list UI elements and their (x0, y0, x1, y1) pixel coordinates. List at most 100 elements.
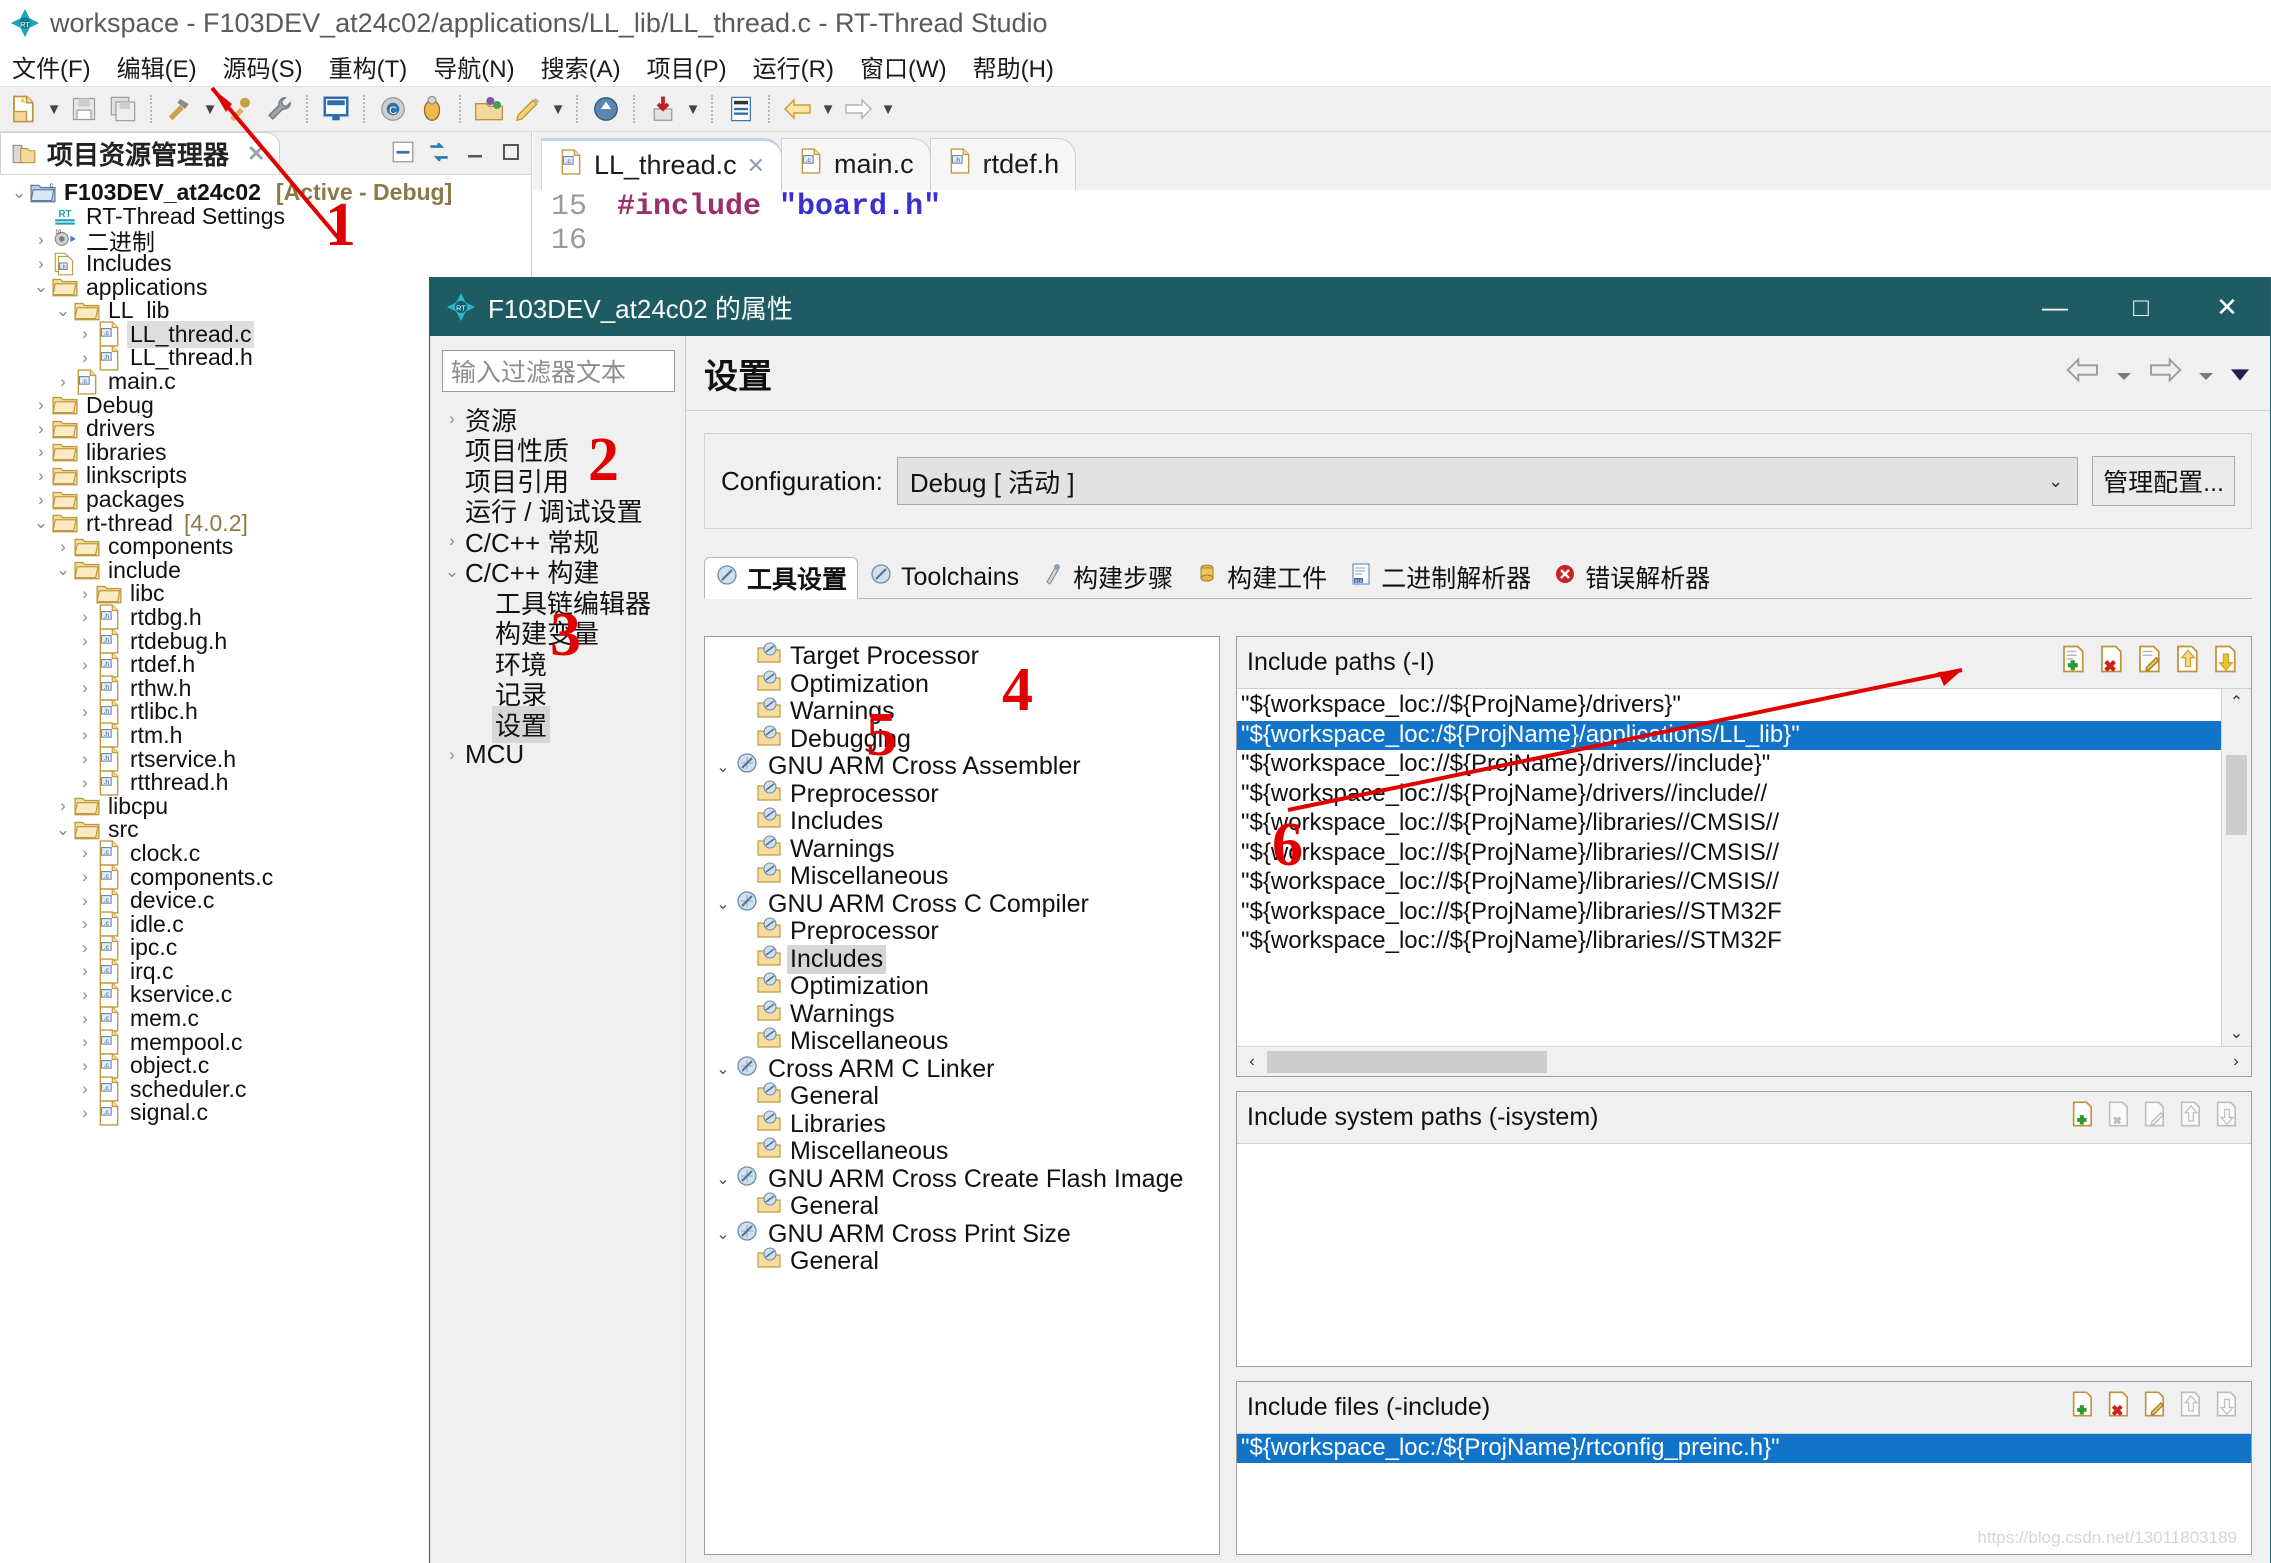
move-down-icon[interactable] (2211, 644, 2241, 681)
chevron-down-icon[interactable]: ⌄ (711, 1169, 735, 1189)
menu-item-project[interactable]: 项目(P) (647, 49, 727, 84)
list-item[interactable]: "${workspace_loc://${ProjName}/libraries… (1237, 809, 2251, 839)
tool-tree-item-includes[interactable]: Includes (711, 944, 1219, 974)
tree-item-f103dev-at24c02[interactable]: ⌄ c F103DEV_at24c02 [Active - Debug] (0, 179, 531, 205)
open-package-icon[interactable] (471, 91, 507, 127)
pencil-icon[interactable] (510, 91, 546, 127)
chevron-right-icon[interactable]: › (74, 1032, 96, 1052)
chevron-down-icon[interactable]: ▼ (201, 91, 219, 127)
chevron-down-icon[interactable]: ⌄ (711, 1059, 735, 1079)
build-hammer-icon[interactable] (162, 91, 198, 127)
chevron-right-icon[interactable]: › (52, 537, 74, 557)
chevron-right-icon[interactable]: › (52, 796, 74, 816)
list-item[interactable]: "${workspace_loc://${ProjName}/libraries… (1237, 839, 2251, 869)
tool-tree-item-warnings[interactable]: Warnings (711, 697, 1219, 726)
settings-tab-1[interactable]: Toolchains (858, 556, 1030, 598)
minimize-icon[interactable] (459, 136, 491, 168)
tool-tree-item-miscellaneous[interactable]: Miscellaneous (711, 1137, 1219, 1166)
chevron-right-icon[interactable]: › (74, 1009, 96, 1029)
chevron-right-icon[interactable]: › (74, 938, 96, 958)
chevron-down-icon[interactable]: ⌄ (30, 513, 52, 533)
chevron-right-icon[interactable]: › (442, 745, 462, 765)
scroll-up-icon[interactable]: ⌃ (2222, 689, 2251, 715)
chevron-down-icon[interactable]: ⌄ (52, 820, 74, 840)
chevron-right-icon[interactable]: › (74, 1103, 96, 1123)
dialog-nav-item-9[interactable]: 记录 (442, 679, 675, 710)
list-item[interactable]: "${workspace_loc://${ProjName}/libraries… (1237, 898, 2251, 928)
tool-tree-item-target-processor[interactable]: Target Processor (711, 642, 1219, 671)
debug-bug-icon[interactable] (414, 91, 450, 127)
delete-icon[interactable] (2105, 1390, 2133, 1425)
chevron-right-icon[interactable]: › (74, 725, 96, 745)
scroll-right-icon[interactable]: › (2221, 1053, 2251, 1071)
filter-input[interactable]: 输入过滤器文本 (442, 350, 675, 392)
editor-tabstrip[interactable]: .c LL_thread.c ✕ .c main.c .h rtdef.h (533, 132, 2271, 190)
close-icon[interactable]: ✕ (247, 141, 265, 167)
dialog-nav-item-5[interactable]: ⌄ C/C++ 构建 (442, 557, 675, 588)
chevron-down-icon[interactable]: ⌄ (711, 894, 735, 914)
refresh-gear-icon[interactable]: C (375, 91, 411, 127)
chevron-down-icon[interactable]: ⌄ (711, 757, 735, 777)
editor-tab-rtdef-h[interactable]: .h rtdef.h (929, 138, 1077, 190)
dialog-nav-item-10[interactable]: 设置 (442, 705, 675, 743)
scroll-down-icon[interactable]: ⌄ (2222, 1020, 2251, 1046)
editor-tab-main-c[interactable]: .c main.c (781, 138, 931, 190)
include-paths-list[interactable]: "${workspace_loc://${ProjName}/drivers}"… (1237, 689, 2251, 1047)
chevron-down-icon[interactable]: ⌄ (711, 1224, 735, 1244)
settings-tab-5[interactable]: 错误解析器 (1542, 556, 1721, 598)
menu-item-edit[interactable]: 编辑(E) (117, 49, 197, 84)
settings-tab-4[interactable]: 010 二进制解析器 (1338, 556, 1542, 598)
chevron-down-icon[interactable]: ⌄ (442, 562, 462, 582)
menu-item-help[interactable]: 帮助(H) (973, 49, 1054, 84)
dialog-nav-item-0[interactable]: › 资源 (442, 404, 675, 436)
new-file-icon[interactable] (6, 91, 42, 127)
tool-tree-item-optimization[interactable]: Optimization (711, 670, 1219, 699)
dialog-nav-item-4[interactable]: › C/C++ 常规 (442, 526, 675, 558)
menu-item-window[interactable]: 窗口(W) (860, 49, 947, 84)
delete-icon[interactable] (2097, 644, 2127, 681)
move-up-icon[interactable] (2173, 644, 2203, 681)
tool-tree-item-general[interactable]: General (711, 1192, 1219, 1221)
vscroll-thumb[interactable] (2226, 755, 2247, 835)
chevron-right-icon[interactable]: › (74, 702, 96, 722)
tool-tree-item-includes[interactable]: Includes (711, 807, 1219, 836)
chevron-down-icon[interactable]: ⌄ (52, 301, 74, 321)
chevron-right-icon[interactable]: › (74, 914, 96, 934)
tree-item-rt-thread-settings[interactable]: RT RT-Thread Settings (0, 203, 531, 229)
save-icon[interactable] (66, 91, 102, 127)
include-paths-vscrollbar[interactable]: ⌃ ⌄ (2221, 689, 2251, 1047)
maximize-icon[interactable] (495, 136, 527, 168)
chevron-right-icon[interactable]: › (74, 773, 96, 793)
back-arrow-icon[interactable] (2064, 354, 2102, 393)
chevron-down-icon[interactable] (2196, 354, 2216, 393)
dialog-nav-item-6[interactable]: 工具链编辑器 (442, 587, 675, 619)
tool-tree-item-miscellaneous[interactable]: Miscellaneous (711, 1027, 1219, 1056)
save-all-icon[interactable] (105, 91, 141, 127)
chevron-right-icon[interactable]: › (30, 442, 52, 462)
menu-item-refactor[interactable]: 重构(T) (329, 49, 408, 84)
settings-tab-0[interactable]: 工具设置 (704, 557, 859, 599)
add-icon[interactable] (2069, 1390, 2097, 1425)
list-item[interactable]: "${workspace_loc://${ProjName}/drivers}" (1237, 691, 2251, 721)
chevron-right-icon[interactable]: › (30, 419, 52, 439)
code-viewer[interactable]: 15 16 #include "board.h" (533, 190, 2271, 276)
tool-tree-item-libraries[interactable]: Libraries (711, 1110, 1219, 1139)
view-menu-icon[interactable] (2228, 354, 2252, 393)
link-with-editor-icon[interactable] (423, 136, 455, 168)
manage-configurations-button[interactable]: 管理配置... (2092, 456, 2235, 506)
editor-tab-ll-thread-c[interactable]: .c LL_thread.c ✕ (541, 138, 783, 190)
chevron-right-icon[interactable]: › (74, 1079, 96, 1099)
collapse-all-icon[interactable] (387, 136, 419, 168)
chevron-down-icon[interactable]: ▼ (684, 91, 702, 127)
tool-tree-item-gnu-arm-cross-print-size[interactable]: ⌄ GNU ARM Cross Print Size (711, 1220, 1219, 1249)
chevron-right-icon[interactable]: › (30, 254, 52, 274)
include-paths-hscrollbar[interactable]: ‹ › (1237, 1046, 2251, 1077)
chevron-right-icon[interactable]: › (74, 348, 96, 368)
chevron-down-icon[interactable]: ▼ (819, 91, 837, 127)
dialog-nav-tree[interactable]: › 资源 项目性质 项目引用 运行 / 调试设置 › C/C++ 常规 ⌄ C/C++ 构建 工具… (442, 404, 675, 770)
tool-tree-item-cross-arm-c-linker[interactable]: ⌄ Cross ARM C Linker (711, 1055, 1219, 1084)
list-item[interactable]: "${workspace_loc:/${ProjName}/rtconfig_p… (1237, 1433, 2251, 1464)
forward-arrow-icon[interactable] (2146, 354, 2184, 393)
chevron-right-icon[interactable]: › (74, 631, 96, 651)
minimize-button[interactable]: — (2012, 278, 2098, 336)
